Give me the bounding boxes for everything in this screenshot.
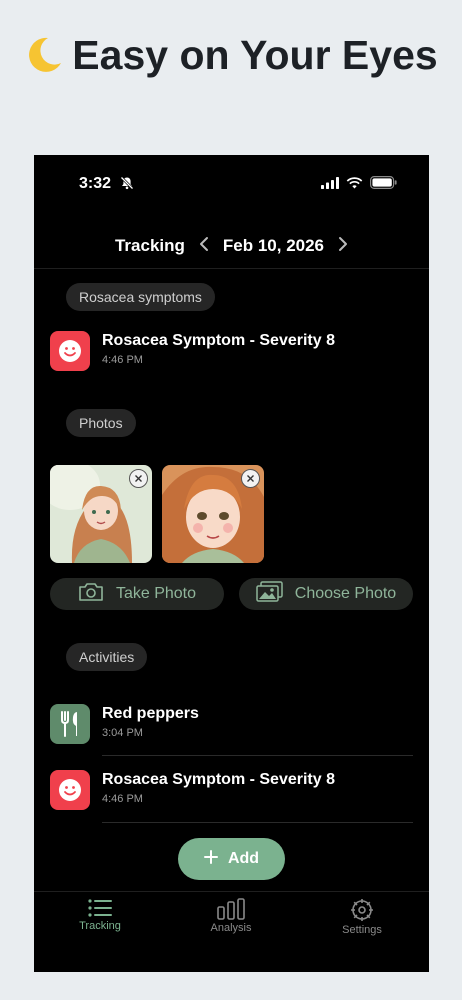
section-label-symptoms: Rosacea symptoms (66, 283, 215, 311)
symptom-row[interactable]: Rosacea Symptom - Severity 8 4:46 PM (50, 331, 413, 377)
activity-row[interactable]: Red peppers 3:04 PM (50, 704, 413, 750)
activity-row[interactable]: Rosacea Symptom - Severity 8 4:46 PM (50, 770, 413, 816)
activity-time: 4:46 PM (102, 793, 143, 805)
tab-settings[interactable]: Settings (322, 898, 402, 936)
fork-knife-icon (50, 704, 90, 744)
cellular-signal-icon (321, 176, 339, 194)
tab-label: Tracking (79, 920, 121, 932)
battery-icon (370, 176, 397, 194)
list-icon (88, 899, 112, 917)
date-navigation-bar: Tracking Feb 10, 2026 (34, 225, 429, 267)
remove-photo-icon[interactable] (129, 469, 148, 488)
chevron-left-icon[interactable] (199, 236, 209, 257)
status-time: 3:32 (79, 175, 112, 192)
bar-chart-icon (217, 898, 245, 920)
crescent-moon-icon (24, 34, 64, 89)
bell-slash-icon (120, 176, 134, 195)
remove-photo-icon[interactable] (241, 469, 260, 488)
tab-bar: Tracking Analysis Settings (34, 891, 429, 972)
take-photo-label: Take Photo (115, 585, 197, 602)
current-date[interactable]: Feb 10, 2026 (223, 236, 324, 256)
headline: Easy on Your Eyes (0, 28, 462, 89)
section-label-activities: Activities (66, 643, 148, 671)
add-button-label: Add (227, 850, 260, 867)
status-bar: 3:32 (34, 155, 429, 215)
nav-title: Tracking (114, 236, 185, 255)
activity-time: 3:04 PM (102, 727, 143, 739)
smiley-face-icon (50, 331, 90, 371)
tab-label: Settings (342, 924, 382, 936)
activity-title: Rosacea Symptom - Severity 8 (102, 771, 335, 788)
symptom-title: Rosacea Symptom - Severity 8 (102, 332, 335, 349)
choose-photo-button[interactable]: Choose Photo (239, 578, 413, 610)
activity-title: Red peppers (102, 705, 199, 722)
wifi-icon (346, 176, 363, 194)
symptom-time: 4:46 PM (102, 354, 143, 366)
phone-screen: 3:32 Tracking Feb 10, 2026 Rosacea sympt… (34, 155, 429, 972)
section-label-photos: Photos (66, 409, 136, 437)
chevron-right-icon[interactable] (338, 236, 348, 257)
headline-text: Easy on Your Eyes (72, 32, 438, 78)
tab-analysis[interactable]: Analysis (191, 898, 271, 934)
gear-icon (351, 899, 373, 921)
choose-photo-label: Choose Photo (294, 585, 397, 602)
nav-divider (34, 268, 429, 269)
photo-library-icon (256, 581, 283, 607)
row-divider (102, 822, 413, 823)
photo-thumbnail[interactable] (162, 465, 264, 563)
smiley-face-icon (50, 770, 90, 810)
camera-icon (78, 582, 104, 607)
photo-thumbnail[interactable] (50, 465, 152, 563)
row-divider (102, 755, 413, 756)
tab-label: Analysis (210, 922, 252, 934)
add-button[interactable]: Add (178, 838, 285, 880)
tab-tracking[interactable]: Tracking (60, 898, 140, 932)
take-photo-button[interactable]: Take Photo (50, 578, 224, 610)
plus-icon (203, 849, 218, 869)
